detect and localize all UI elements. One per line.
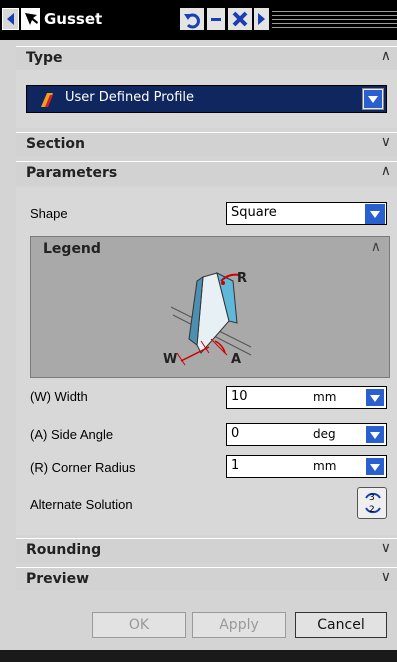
chevron-up-icon[interactable]: ∧ xyxy=(371,239,381,255)
side-angle-unit-menu[interactable] xyxy=(365,425,385,444)
section-header-section[interactable]: Section ∨ xyxy=(16,132,397,156)
chevron-down-icon: ∨ xyxy=(380,134,391,150)
width-input[interactable]: 10 mm xyxy=(226,386,387,409)
side-angle-unit: deg xyxy=(313,427,336,441)
field-label-corner-radius: (R) Corner Radius xyxy=(30,460,136,475)
section-label-parameters: Parameters xyxy=(26,165,118,181)
minus-icon xyxy=(211,18,221,21)
corner-radius-value: 1 xyxy=(231,458,240,473)
legend-title[interactable]: Legend xyxy=(43,241,101,257)
section-label-type: Type xyxy=(26,50,63,66)
width-value: 10 xyxy=(231,389,248,404)
width-unit-menu[interactable] xyxy=(365,388,385,407)
title-bar-stripes xyxy=(272,9,397,29)
alternate-solution-label: Alternate Solution xyxy=(30,497,133,512)
chevron-right-icon xyxy=(258,13,265,25)
corner-radius-input[interactable]: 1 mm xyxy=(226,455,387,478)
cycle-icon: 3 2 xyxy=(365,492,381,515)
cancel-button[interactable]: Cancel xyxy=(295,612,387,638)
close-icon xyxy=(232,11,248,27)
chevron-down-icon xyxy=(364,90,382,108)
width-unit: mm xyxy=(313,390,337,404)
section-header-parameters[interactable]: Parameters ∧ xyxy=(16,161,397,185)
forward-button[interactable] xyxy=(254,8,269,30)
section-header-type[interactable]: Type ∧ xyxy=(16,46,397,70)
dialog-title: Gusset xyxy=(44,10,103,28)
title-bar: Gusset xyxy=(0,0,397,40)
section-label-section: Section xyxy=(26,136,85,152)
bottom-bar xyxy=(0,650,397,662)
svg-text:2: 2 xyxy=(369,505,375,515)
alternate-solution-button[interactable]: 3 2 xyxy=(357,487,387,519)
type-dropdown-arrow[interactable] xyxy=(362,88,384,110)
legend-label-a: A xyxy=(231,352,241,367)
undo-icon xyxy=(184,13,200,29)
chevron-down-icon: ∨ xyxy=(380,569,391,585)
side-angle-input[interactable]: 0 deg xyxy=(226,423,387,446)
legend-panel: Legend ∧ R W A xyxy=(30,236,390,378)
corner-radius-unit-menu[interactable] xyxy=(365,457,385,476)
gusset-dialog: Gusset Type ∧ User Defined Profile Secti… xyxy=(0,0,397,662)
close-button[interactable] xyxy=(228,8,252,30)
side-angle-value: 0 xyxy=(231,426,240,441)
shape-dropdown[interactable]: Square xyxy=(226,202,387,225)
minimize-button[interactable] xyxy=(207,8,225,30)
arrow-select-icon xyxy=(25,13,38,25)
chevron-down-icon: ∨ xyxy=(380,540,391,556)
section-label-preview: Preview xyxy=(26,571,90,587)
field-label-width: (W) Width xyxy=(30,389,88,404)
section-header-preview[interactable]: Preview ∨ xyxy=(16,567,397,591)
svg-text:3: 3 xyxy=(369,493,375,503)
chevron-up-icon: ∧ xyxy=(380,163,391,179)
type-dropdown-value: User Defined Profile xyxy=(65,90,195,105)
corner-radius-unit: mm xyxy=(313,459,337,473)
ok-button[interactable]: OK xyxy=(92,612,186,638)
chevron-left-icon xyxy=(7,13,14,25)
reset-button[interactable] xyxy=(180,8,204,30)
chevron-down-icon xyxy=(370,464,380,471)
shape-label: Shape xyxy=(30,206,68,221)
field-label-side-angle: (A) Side Angle xyxy=(30,427,114,442)
chevron-down-icon xyxy=(370,395,380,402)
shape-value: Square xyxy=(231,205,277,220)
chevron-up-icon: ∧ xyxy=(380,48,391,64)
user-profile-icon xyxy=(41,93,53,107)
apply-button[interactable]: Apply xyxy=(192,612,286,638)
legend-label-w: W xyxy=(163,352,177,367)
section-label-rounding: Rounding xyxy=(26,542,102,558)
gusset-legend-diagram: R W A xyxy=(163,271,252,367)
type-dropdown[interactable]: User Defined Profile xyxy=(26,85,387,113)
select-button[interactable] xyxy=(21,8,40,30)
legend-label-r: R xyxy=(237,271,247,286)
chevron-down-icon xyxy=(370,432,380,439)
chevron-down-icon[interactable] xyxy=(365,204,385,224)
section-header-rounding[interactable]: Rounding ∨ xyxy=(16,538,397,562)
back-button[interactable] xyxy=(2,8,19,30)
